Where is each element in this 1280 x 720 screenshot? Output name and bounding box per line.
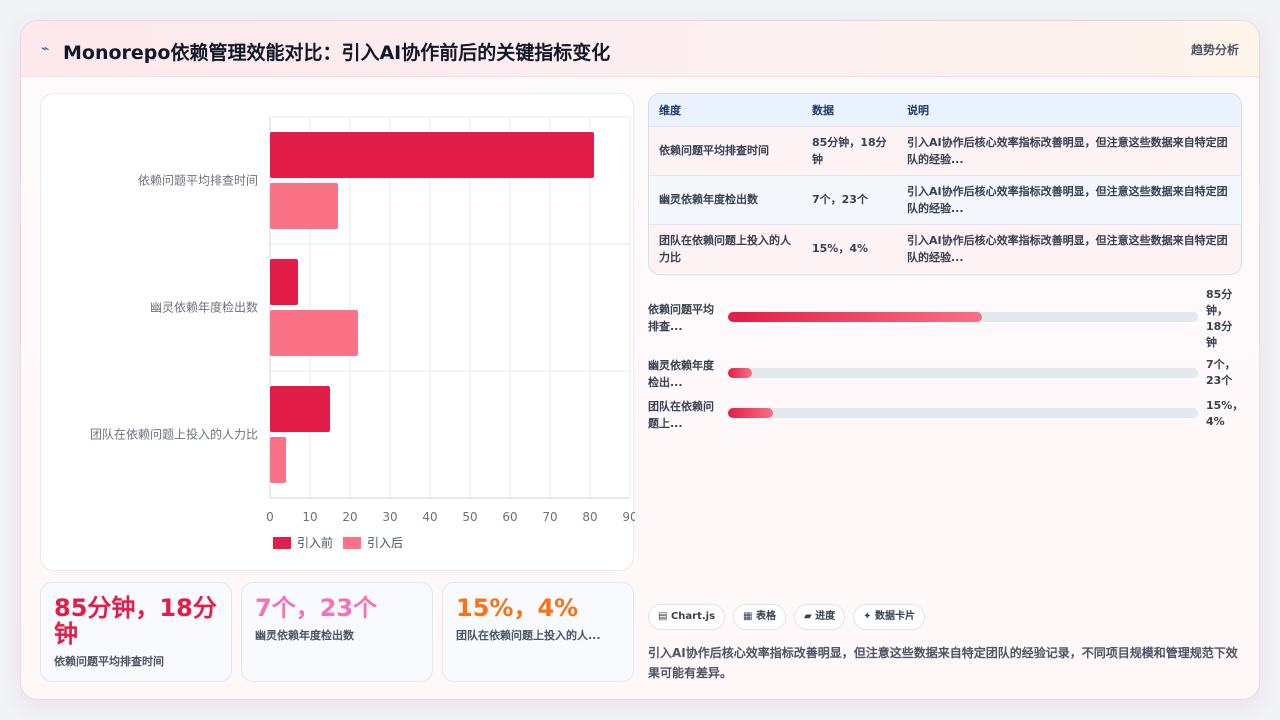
x-tick-label: 70 (542, 510, 557, 524)
stat-value: 7个，23个 (255, 594, 378, 622)
table-icon: ▦ (743, 611, 753, 622)
progress-value: 7个，23个 (1206, 358, 1236, 387)
chip-table[interactable]: ▦ 表格 (733, 604, 786, 630)
feature-chips: ▤ Chart.js ▦ 表格 ▰ 进度 ✦ 数据卡片 (648, 604, 926, 630)
chip-chartjs[interactable]: ▤ Chart.js (648, 604, 726, 630)
table-row: 依赖问题平均排查时间 85分钟，18分钟 引入AI协作后核心效率指标改善明显，但… (649, 125, 1241, 175)
table-cell: 引入AI协作后核心效率指标改善明显，但注意这些数据来自特定团队的经验... (897, 223, 1241, 273)
stat-value: 15%，4% (456, 594, 579, 622)
table-row: 幽灵依赖年度检出数 7个，23个 引入AI协作后核心效率指标改善明显，但注意这些… (649, 174, 1241, 224)
progress-value: 15%，4% (1206, 399, 1244, 428)
x-tick-label: 60 (502, 510, 517, 524)
chip-label: 进度 (815, 611, 836, 622)
progress-track (728, 312, 1198, 322)
bar-after (270, 310, 358, 356)
progress-label: 依赖问题平均排查... (648, 303, 714, 333)
table-cell: 15%，4% (802, 223, 897, 273)
table-cell: 幽灵依赖年度检出数 (649, 174, 802, 224)
stat-card-3: 15%，4% 团队在依赖问题上投入的人... (442, 582, 634, 682)
x-tick-label: 40 (422, 510, 437, 524)
bar-after (270, 437, 286, 483)
x-tick-label: 50 (462, 510, 477, 524)
table-header-row: 维度 数据 说明 (649, 94, 1241, 126)
progress-label: 幽灵依赖年度检出... (648, 359, 714, 389)
x-tick-label: 90 (622, 510, 635, 524)
x-tick-label: 0 (266, 510, 274, 524)
bar-before (270, 132, 594, 178)
progress-fill (728, 312, 982, 322)
chip-data-cards[interactable]: ✦ 数据卡片 (853, 604, 926, 630)
chip-progress[interactable]: ▰ 进度 (793, 604, 846, 630)
stat-card-1: 85分钟，18分钟 依赖问题平均排查时间 (40, 582, 232, 682)
table-cell: 引入AI协作后核心效率指标改善明显，但注意这些数据来自特定团队的经验... (897, 125, 1241, 175)
stat-card-2: 7个，23个 幽灵依赖年度检出数 (241, 582, 433, 682)
progress-fill (728, 408, 773, 418)
progress-row-3: 团队在依赖问题上... 15%，4% (648, 398, 1244, 438)
legend-swatch (343, 537, 361, 549)
category-label: 依赖问题平均排查时间 (138, 173, 258, 188)
progress-track (728, 408, 1198, 418)
chip-label: 表格 (755, 611, 776, 622)
chart-icon: ▤ (658, 611, 668, 622)
table-header: 数据 (802, 94, 897, 126)
table-row: 团队在依赖问题上投入的人力比 15%，4% 引入AI协作后核心效率指标改善明显，… (649, 223, 1241, 273)
progress-track (728, 368, 1198, 378)
bar-chart: 0 10 20 30 40 50 60 70 80 90 依赖问题平均排查时间幽灵依赖年度检出数团队… (90, 116, 635, 550)
progress-value: 85分钟，18分钟 (1206, 288, 1233, 349)
legend-label: 引入前 (297, 535, 333, 550)
data-table: 维度 数据 说明 依赖问题平均排查时间 85分钟，18分钟 引入AI协作后核心效… (648, 93, 1242, 275)
category-label: 幽灵依赖年度检出数 (150, 300, 258, 315)
bar-after (270, 183, 338, 229)
chip-label: Chart.js (670, 611, 716, 622)
chip-label: 数据卡片 (875, 611, 916, 622)
page-title: Monorepo依赖管理效能对比：引入AI协作前后的关键指标变化 (63, 42, 611, 64)
x-tick-label: 20 (342, 510, 357, 524)
bar-before (270, 259, 298, 305)
table-cell: 团队在依赖问题上投入的人力比 (649, 223, 802, 273)
stat-label: 依赖问题平均排查时间 (54, 655, 164, 668)
footnote: 引入AI协作后核心效率指标改善明显，但注意这些数据来自特定团队的经验记录，不同项… (648, 646, 1238, 680)
progress-fill (728, 368, 752, 378)
sparkle-icon: ✦ (863, 611, 872, 622)
trend-line-icon: ⌁ (41, 41, 50, 57)
progress-row-1: 依赖问题平均排查... 85分钟，18分钟 (648, 287, 1242, 349)
stat-label: 团队在依赖问题上投入的人... (456, 629, 601, 642)
stat-label: 幽灵依赖年度检出数 (255, 629, 354, 642)
x-tick-label: 80 (582, 510, 597, 524)
x-tick-label: 30 (382, 510, 397, 524)
table-cell: 85分钟，18分钟 (802, 125, 897, 175)
header-tag[interactable]: 趋势分析 (1191, 41, 1239, 58)
table-cell: 依赖问题平均排查时间 (649, 125, 802, 175)
legend-label: 引入后 (367, 536, 403, 550)
x-tick-label: 10 (302, 510, 317, 524)
progress-icon: ▰ (803, 611, 812, 622)
table-cell: 7个，23个 (802, 174, 897, 224)
category-label: 团队在依赖问题上投入的人力比 (90, 427, 258, 442)
table-header: 说明 (897, 94, 1241, 126)
bar-chart-panel: 0 10 20 30 40 50 60 70 80 90 依赖问题平均排查时间幽灵依赖年度检出数团队… (40, 93, 635, 571)
progress-label: 团队在依赖问题上... (648, 400, 714, 430)
table-header: 维度 (649, 94, 802, 126)
bar-before (270, 386, 330, 432)
header-bar: ⌁ Monorepo依赖管理效能对比：引入AI协作前后的关键指标变化 趋势分析 (21, 21, 1259, 77)
table-cell: 引入AI协作后核心效率指标改善明显，但注意这些数据来自特定团队的经验... (897, 174, 1241, 224)
progress-row-2: 幽灵依赖年度检出... 7个，23个 (648, 357, 1242, 397)
stat-value: 85分钟，18分钟 (54, 594, 217, 648)
legend-swatch (273, 537, 291, 549)
dashboard-card: ⌁ Monorepo依赖管理效能对比：引入AI协作前后的关键指标变化 趋势分析 … (20, 20, 1260, 700)
